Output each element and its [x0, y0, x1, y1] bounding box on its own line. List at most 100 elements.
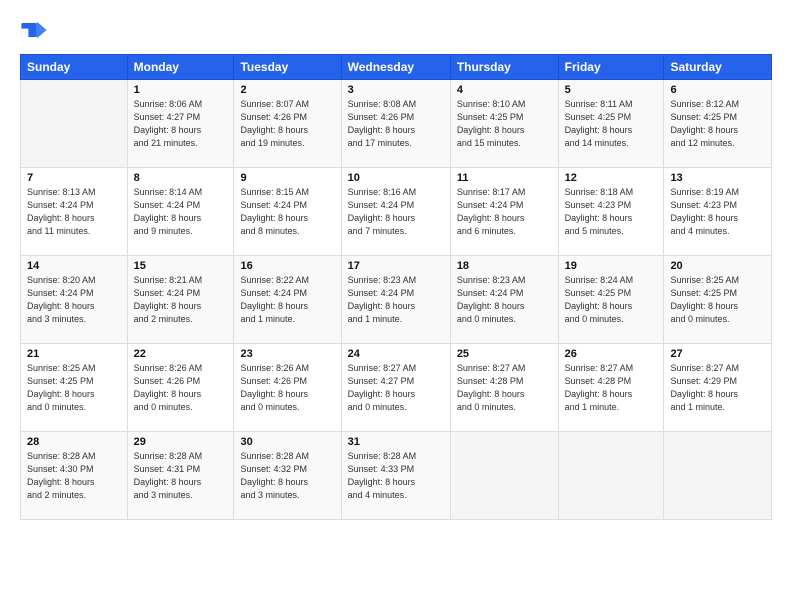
- page: SundayMondayTuesdayWednesdayThursdayFrid…: [0, 0, 792, 612]
- day-info: Sunrise: 8:14 AMSunset: 4:24 PMDaylight:…: [134, 186, 228, 238]
- day-info: Sunrise: 8:20 AMSunset: 4:24 PMDaylight:…: [27, 274, 121, 326]
- day-info: Sunrise: 8:23 AMSunset: 4:24 PMDaylight:…: [348, 274, 444, 326]
- calendar-cell: 30 Sunrise: 8:28 AMSunset: 4:32 PMDayligh…: [234, 432, 341, 520]
- column-header-sunday: Sunday: [21, 55, 128, 80]
- day-info: Sunrise: 8:27 AMSunset: 4:29 PMDaylight:…: [670, 362, 765, 414]
- day-number: 25: [457, 348, 552, 360]
- calendar-cell: 2 Sunrise: 8:07 AMSunset: 4:26 PMDaylight…: [234, 80, 341, 168]
- calendar-cell: 22Sunrise: 8:26 AMSunset: 4:26 PMDayligh…: [127, 344, 234, 432]
- day-number: 7: [27, 172, 121, 184]
- day-info: Sunrise: 8:07 AMSunset: 4:26 PMDaylight:…: [240, 98, 334, 150]
- calendar-cell: 15 Sunrise: 8:21 AMSunset: 4:24 PMDayligh…: [127, 256, 234, 344]
- calendar-cell: 26Sunrise: 8:27 AMSunset: 4:28 PMDayligh…: [558, 344, 664, 432]
- calendar-cell: 4 Sunrise: 8:10 AMSunset: 4:25 PMDaylight…: [450, 80, 558, 168]
- day-info: Sunrise: 8:26 AMSunset: 4:26 PMDaylight:…: [240, 362, 334, 414]
- day-number: 10: [348, 172, 444, 184]
- day-number: 15: [134, 260, 228, 272]
- day-info: Sunrise: 8:10 AMSunset: 4:25 PMDaylight:…: [457, 98, 552, 150]
- day-number: 4: [457, 84, 552, 96]
- day-info: Sunrise: 8:24 AMSunset: 4:25 PMDaylight:…: [565, 274, 658, 326]
- day-number: 28: [27, 436, 121, 448]
- calendar-table: SundayMondayTuesdayWednesdayThursdayFrid…: [20, 54, 772, 520]
- day-number: 17: [348, 260, 444, 272]
- calendar-cell: 11Sunrise: 8:17 AMSunset: 4:24 PMDayligh…: [450, 168, 558, 256]
- column-header-friday: Friday: [558, 55, 664, 80]
- day-number: 30: [240, 436, 334, 448]
- calendar-cell: 20 Sunrise: 8:25 AMSunset: 4:25 PMDayligh…: [664, 256, 772, 344]
- calendar-cell: [450, 432, 558, 520]
- day-number: 31: [348, 436, 444, 448]
- day-number: 9: [240, 172, 334, 184]
- column-header-tuesday: Tuesday: [234, 55, 341, 80]
- day-info: Sunrise: 8:28 AMSunset: 4:33 PMDaylight:…: [348, 450, 444, 502]
- day-info: Sunrise: 8:15 AMSunset: 4:24 PMDaylight:…: [240, 186, 334, 238]
- day-info: Sunrise: 8:25 AMSunset: 4:25 PMDaylight:…: [670, 274, 765, 326]
- calendar-cell: 14 Sunrise: 8:20 AMSunset: 4:24 PMDayligh…: [21, 256, 128, 344]
- day-info: Sunrise: 8:13 AMSunset: 4:24 PMDaylight:…: [27, 186, 121, 238]
- day-number: 19: [565, 260, 658, 272]
- calendar-cell: 21 Sunrise: 8:25 AMSunset: 4:25 PMDayligh…: [21, 344, 128, 432]
- day-info: Sunrise: 8:28 AMSunset: 4:30 PMDaylight:…: [27, 450, 121, 502]
- calendar-cell: 16 Sunrise: 8:22 AMSunset: 4:24 PMDayligh…: [234, 256, 341, 344]
- day-info: Sunrise: 8:06 AMSunset: 4:27 PMDaylight:…: [134, 98, 228, 150]
- calendar-cell: 6 Sunrise: 8:12 AMSunset: 4:25 PMDaylight…: [664, 80, 772, 168]
- day-info: Sunrise: 8:28 AMSunset: 4:32 PMDaylight:…: [240, 450, 334, 502]
- day-number: 1: [134, 84, 228, 96]
- day-number: 8: [134, 172, 228, 184]
- day-number: 21: [27, 348, 121, 360]
- day-info: Sunrise: 8:26 AMSunset: 4:26 PMDaylight:…: [134, 362, 228, 414]
- calendar-week-1: 1 Sunrise: 8:06 AMSunset: 4:27 PMDaylight…: [21, 80, 772, 168]
- day-info: Sunrise: 8:08 AMSunset: 4:26 PMDaylight:…: [348, 98, 444, 150]
- calendar-week-4: 21 Sunrise: 8:25 AMSunset: 4:25 PMDayligh…: [21, 344, 772, 432]
- calendar-cell: 17 Sunrise: 8:23 AMSunset: 4:24 PMDayligh…: [341, 256, 450, 344]
- calendar-header-row: SundayMondayTuesdayWednesdayThursdayFrid…: [21, 55, 772, 80]
- day-number: 12: [565, 172, 658, 184]
- day-info: Sunrise: 8:19 AMSunset: 4:23 PMDaylight:…: [670, 186, 765, 238]
- column-header-thursday: Thursday: [450, 55, 558, 80]
- calendar-cell: 18 Sunrise: 8:23 AMSunset: 4:24 PMDayligh…: [450, 256, 558, 344]
- calendar-cell: 29Sunrise: 8:28 AMSunset: 4:31 PMDayligh…: [127, 432, 234, 520]
- day-info: Sunrise: 8:18 AMSunset: 4:23 PMDaylight:…: [565, 186, 658, 238]
- calendar-cell: 25Sunrise: 8:27 AMSunset: 4:28 PMDayligh…: [450, 344, 558, 432]
- day-number: 5: [565, 84, 658, 96]
- calendar-cell: 28 Sunrise: 8:28 AMSunset: 4:30 PMDayligh…: [21, 432, 128, 520]
- calendar-week-5: 28 Sunrise: 8:28 AMSunset: 4:30 PMDayligh…: [21, 432, 772, 520]
- column-header-saturday: Saturday: [664, 55, 772, 80]
- day-number: 20: [670, 260, 765, 272]
- day-info: Sunrise: 8:22 AMSunset: 4:24 PMDaylight:…: [240, 274, 334, 326]
- day-number: 13: [670, 172, 765, 184]
- day-info: Sunrise: 8:11 AMSunset: 4:25 PMDaylight:…: [565, 98, 658, 150]
- logo-icon: [20, 16, 48, 44]
- day-info: Sunrise: 8:16 AMSunset: 4:24 PMDaylight:…: [348, 186, 444, 238]
- column-header-wednesday: Wednesday: [341, 55, 450, 80]
- day-info: Sunrise: 8:25 AMSunset: 4:25 PMDaylight:…: [27, 362, 121, 414]
- calendar-cell: 3Sunrise: 8:08 AMSunset: 4:26 PMDaylight…: [341, 80, 450, 168]
- day-info: Sunrise: 8:17 AMSunset: 4:24 PMDaylight:…: [457, 186, 552, 238]
- calendar-week-3: 14 Sunrise: 8:20 AMSunset: 4:24 PMDayligh…: [21, 256, 772, 344]
- calendar-week-2: 7 Sunrise: 8:13 AMSunset: 4:24 PMDaylight…: [21, 168, 772, 256]
- day-number: 2: [240, 84, 334, 96]
- day-info: Sunrise: 8:27 AMSunset: 4:27 PMDaylight:…: [348, 362, 444, 414]
- day-number: 14: [27, 260, 121, 272]
- day-info: Sunrise: 8:23 AMSunset: 4:24 PMDaylight:…: [457, 274, 552, 326]
- day-number: 23: [240, 348, 334, 360]
- calendar-cell: 24 Sunrise: 8:27 AMSunset: 4:27 PMDayligh…: [341, 344, 450, 432]
- calendar-cell: 19 Sunrise: 8:24 AMSunset: 4:25 PMDayligh…: [558, 256, 664, 344]
- column-header-monday: Monday: [127, 55, 234, 80]
- calendar-cell: 27Sunrise: 8:27 AMSunset: 4:29 PMDayligh…: [664, 344, 772, 432]
- day-number: 24: [348, 348, 444, 360]
- calendar-cell: [558, 432, 664, 520]
- header: [20, 16, 772, 44]
- calendar-cell: 23 Sunrise: 8:26 AMSunset: 4:26 PMDayligh…: [234, 344, 341, 432]
- calendar-cell: 9 Sunrise: 8:15 AMSunset: 4:24 PMDaylight…: [234, 168, 341, 256]
- day-info: Sunrise: 8:28 AMSunset: 4:31 PMDaylight:…: [134, 450, 228, 502]
- day-number: 18: [457, 260, 552, 272]
- day-info: Sunrise: 8:21 AMSunset: 4:24 PMDaylight:…: [134, 274, 228, 326]
- calendar-cell: 5 Sunrise: 8:11 AMSunset: 4:25 PMDaylight…: [558, 80, 664, 168]
- day-info: Sunrise: 8:12 AMSunset: 4:25 PMDaylight:…: [670, 98, 765, 150]
- calendar-cell: 1 Sunrise: 8:06 AMSunset: 4:27 PMDaylight…: [127, 80, 234, 168]
- day-number: 6: [670, 84, 765, 96]
- day-info: Sunrise: 8:27 AMSunset: 4:28 PMDaylight:…: [565, 362, 658, 414]
- day-number: 16: [240, 260, 334, 272]
- calendar-cell: 7 Sunrise: 8:13 AMSunset: 4:24 PMDaylight…: [21, 168, 128, 256]
